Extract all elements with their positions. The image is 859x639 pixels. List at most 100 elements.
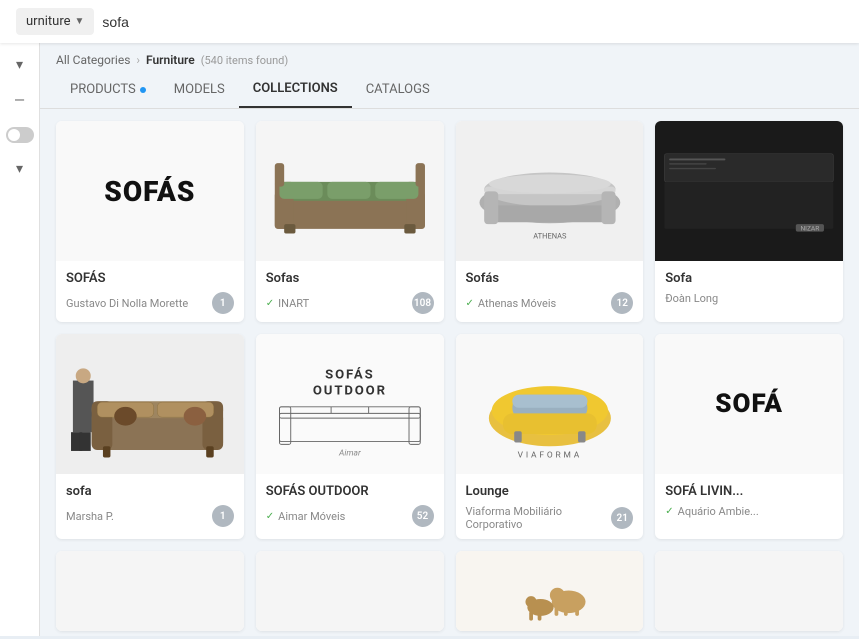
card-body: Sofas ✓ INART 108 bbox=[256, 261, 444, 322]
vintage-sofa-svg bbox=[56, 343, 244, 465]
content-area: All Categories › Furniture (540 items fo… bbox=[40, 43, 859, 636]
svg-text:OUTDOOR: OUTDOOR bbox=[313, 384, 387, 399]
card-author: Đoàn Long bbox=[665, 292, 718, 305]
card-image bbox=[256, 551, 444, 631]
card-title: Sofas bbox=[266, 271, 434, 286]
svg-text:SOFÁS: SOFÁS bbox=[325, 367, 374, 383]
breadcrumb: All Categories › Furniture (540 items fo… bbox=[40, 43, 859, 71]
sidebar-toggle[interactable] bbox=[6, 127, 34, 143]
list-item[interactable]: NIZAR Sofa Đoàn Long bbox=[655, 121, 843, 322]
card-body: SOFÁS OUTDOOR ✓ Aimar Móveis 52 bbox=[256, 474, 444, 539]
card-image: VIAFORMA bbox=[456, 334, 644, 474]
card-title: Lounge bbox=[466, 484, 634, 499]
card-body: Sofa Đoàn Long bbox=[655, 261, 843, 322]
card-meta: Marsha P. 1 bbox=[66, 505, 234, 527]
svg-text:NIZAR: NIZAR bbox=[801, 224, 820, 232]
breadcrumb-count: (540 items found) bbox=[201, 54, 288, 67]
dogs-svg bbox=[456, 553, 644, 628]
card-image-text: SOFÁ bbox=[715, 389, 783, 419]
tabs-bar: PRODUCTS MODELS COLLECTIONS CATALOGS bbox=[40, 71, 859, 109]
category-dropdown[interactable]: urniture ▼ bbox=[16, 8, 94, 35]
card-meta: Đoàn Long bbox=[665, 292, 833, 305]
card-author: Gustavo Di Nolla Morette bbox=[66, 297, 188, 310]
list-item[interactable] bbox=[655, 551, 843, 631]
list-item[interactable]: ATHENAS Sofás ✓ Athenas Móveis 12 bbox=[456, 121, 644, 322]
dropdown-label: urniture bbox=[26, 14, 71, 29]
bottom-cards-grid bbox=[56, 551, 843, 631]
card-title: Sofás bbox=[466, 271, 634, 286]
card-image: SOFÁS bbox=[56, 121, 244, 261]
card-count: 1 bbox=[212, 292, 234, 314]
tab-products[interactable]: PRODUCTS bbox=[56, 72, 160, 107]
card-meta: ✓ Aimar Móveis 52 bbox=[266, 505, 434, 527]
list-item[interactable] bbox=[256, 551, 444, 631]
list-item[interactable]: SOFÁS OUTDOOR Aimar bbox=[256, 334, 444, 539]
list-item[interactable]: VIAFORMA Lounge Viaforma Mobiliário Corp… bbox=[456, 334, 644, 539]
card-meta: Gustavo Di Nolla Morette 1 bbox=[66, 292, 234, 314]
sidebar-chevron-down[interactable]: ▾ bbox=[10, 55, 30, 75]
list-item[interactable]: SOFÁ SOFÁ LIVIN... ✓ Aquário Ambie... bbox=[655, 334, 843, 539]
svg-text:Aimar: Aimar bbox=[338, 449, 361, 459]
check-icon: ✓ bbox=[266, 511, 274, 522]
card-image bbox=[456, 551, 644, 631]
card-image: NIZAR bbox=[655, 121, 843, 261]
search-input[interactable] bbox=[102, 10, 843, 34]
card-author: ✓ Aimar Móveis bbox=[266, 510, 346, 523]
tab-models[interactable]: MODELS bbox=[160, 72, 239, 107]
list-item[interactable] bbox=[56, 551, 244, 631]
outdoor-sketch-svg: SOFÁS OUTDOOR Aimar bbox=[256, 343, 444, 465]
tab-catalogs[interactable]: CATALOGS bbox=[352, 72, 444, 107]
sidebar-minus[interactable]: — bbox=[10, 91, 30, 111]
svg-text:VIAFORMA: VIAFORMA bbox=[517, 451, 581, 461]
card-body: Sofás ✓ Athenas Móveis 12 bbox=[456, 261, 644, 322]
check-icon: ✓ bbox=[266, 298, 274, 309]
card-image bbox=[56, 551, 244, 631]
card-image: ATHENAS bbox=[456, 121, 644, 261]
card-title: SOFÁS OUTDOOR bbox=[266, 484, 434, 499]
card-author: ✓ Athenas Móveis bbox=[466, 297, 557, 310]
sidebar: ▾ — ▾ bbox=[0, 43, 40, 636]
card-author: Viaforma Mobiliário Corporativo bbox=[466, 505, 612, 531]
tab-dot bbox=[140, 87, 146, 93]
card-meta: ✓ Athenas Móveis 12 bbox=[466, 292, 634, 314]
top-bar: urniture ▼ bbox=[0, 0, 859, 43]
check-icon: ✓ bbox=[466, 298, 474, 309]
breadcrumb-current: Furniture bbox=[146, 53, 195, 67]
card-meta: ✓ Aquário Ambie... bbox=[665, 505, 833, 518]
card-image bbox=[56, 334, 244, 474]
dark-sofa-svg: NIZAR bbox=[655, 135, 843, 248]
main-layout: ▾ — ▾ All Categories › Furniture (540 it… bbox=[0, 43, 859, 636]
card-count: 21 bbox=[611, 507, 633, 529]
card-count: 12 bbox=[611, 292, 633, 314]
card-title: SOFÁ LIVIN... bbox=[665, 484, 833, 499]
card-count: 52 bbox=[412, 505, 434, 527]
card-count: 1 bbox=[212, 505, 234, 527]
list-item[interactable] bbox=[456, 551, 644, 631]
grid-container: SOFÁS SOFÁS Gustavo Di Nolla Morette 1 bbox=[40, 109, 859, 636]
card-author: Marsha P. bbox=[66, 510, 114, 523]
viaforma-svg: VIAFORMA bbox=[456, 343, 644, 465]
list-item[interactable]: sofa Marsha P. 1 bbox=[56, 334, 244, 539]
list-item[interactable]: Sofas ✓ INART 108 bbox=[256, 121, 444, 322]
card-body: sofa Marsha P. 1 bbox=[56, 474, 244, 539]
svg-text:ATHENAS: ATHENAS bbox=[533, 231, 567, 240]
cards-grid: SOFÁS SOFÁS Gustavo Di Nolla Morette 1 bbox=[56, 121, 843, 539]
card-image-text: SOFÁS bbox=[104, 175, 195, 208]
card-count: 108 bbox=[412, 292, 434, 314]
card-body: SOFÁS Gustavo Di Nolla Morette 1 bbox=[56, 261, 244, 322]
card-title: SOFÁS bbox=[66, 271, 234, 286]
card-author: ✓ Aquário Ambie... bbox=[665, 505, 758, 518]
list-item[interactable]: SOFÁS SOFÁS Gustavo Di Nolla Morette 1 bbox=[56, 121, 244, 322]
sofa-green-svg bbox=[256, 135, 444, 248]
card-image bbox=[655, 551, 843, 631]
card-image: SOFÁ bbox=[655, 334, 843, 474]
card-meta: ✓ INART 108 bbox=[266, 292, 434, 314]
card-body: Lounge Viaforma Mobiliário Corporativo 2… bbox=[456, 474, 644, 539]
sidebar-chevron-down-2[interactable]: ▾ bbox=[10, 159, 30, 179]
card-title: Sofa bbox=[665, 271, 833, 286]
tab-collections[interactable]: COLLECTIONS bbox=[239, 71, 352, 108]
card-meta: Viaforma Mobiliário Corporativo 21 bbox=[466, 505, 634, 531]
card-image: SOFÁS OUTDOOR Aimar bbox=[256, 334, 444, 474]
breadcrumb-all-categories[interactable]: All Categories bbox=[56, 53, 130, 67]
card-title: sofa bbox=[66, 484, 234, 499]
